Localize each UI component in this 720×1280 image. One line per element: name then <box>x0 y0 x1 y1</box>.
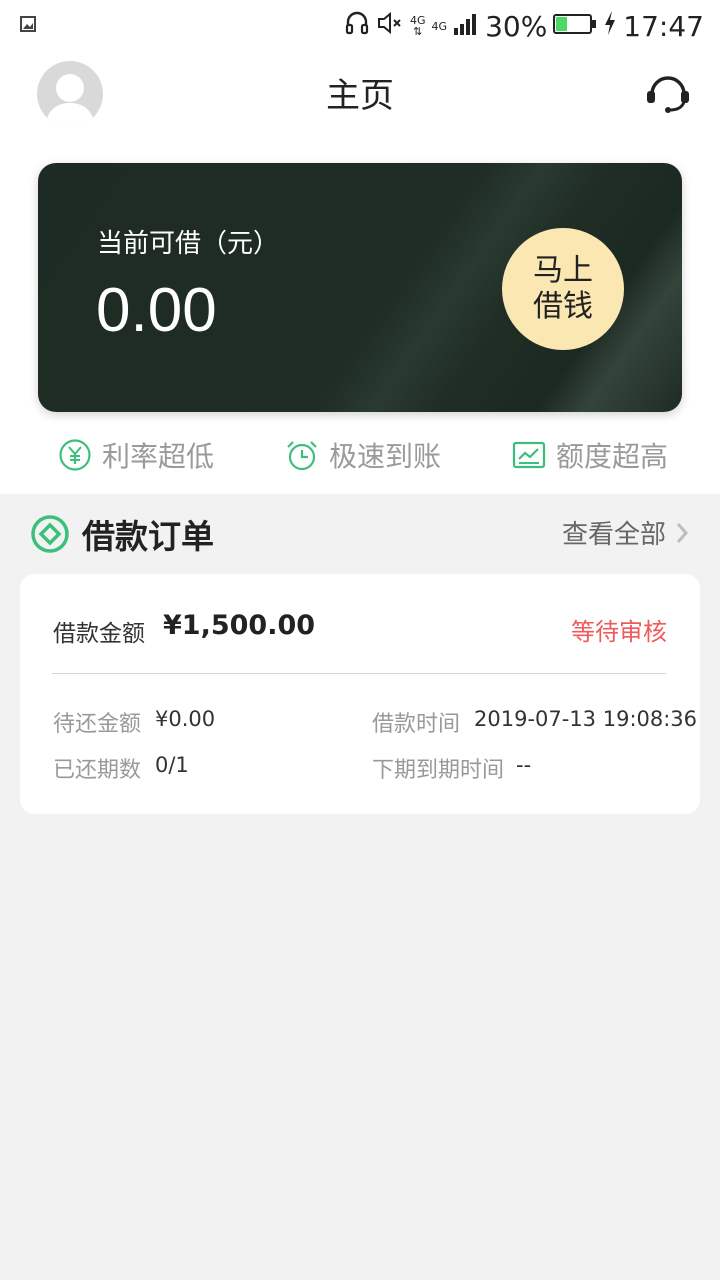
available-amount: 0.00 <box>96 276 217 345</box>
credit-card-panel: 当前可借（元） 0.00 马上 借钱 <box>38 163 682 412</box>
available-amount-label: 当前可借（元） <box>97 229 280 259</box>
clock: 17:47 <box>623 9 704 43</box>
feature-label: 利率超低 <box>102 440 215 473</box>
status-icons: 4G ⇅ 4G 30% 17:47 <box>344 6 704 46</box>
page-title: 主页 <box>326 76 394 116</box>
signal-icon <box>453 10 479 43</box>
chevron-right-icon <box>676 522 689 543</box>
yen-circle-icon <box>59 439 91 471</box>
orders-title: 借款订单 <box>82 517 214 556</box>
order-card[interactable]: 借款金额 ¥1,500.00 等待审核 待还金额 ¥0.00 借款时间 2019… <box>20 574 700 814</box>
battery-icon <box>553 10 597 43</box>
feature-low-rate: 利率超低 <box>58 435 214 475</box>
headphones-icon <box>344 10 370 43</box>
loan-time-label: 借款时间 <box>372 712 461 737</box>
orders-diamond-icon <box>30 514 70 554</box>
view-all-link[interactable]: 查看全部 <box>562 514 690 551</box>
status-bar: 4G ⇅ 4G 30% 17:47 <box>0 0 720 50</box>
customer-service-icon[interactable] <box>644 70 692 118</box>
battery-percent: 30% <box>485 9 548 43</box>
order-status-badge: 等待审核 <box>571 618 667 646</box>
loan-amount: ¥1,500.00 <box>163 610 316 641</box>
network-indicator-right: 4G <box>431 19 448 33</box>
home-header: 主页 当前可借（元） 0.00 马上 借钱 利率超低 极速到账 额度超高 <box>0 50 720 494</box>
divider <box>52 673 666 674</box>
feature-high-limit: 额度超高 <box>512 435 668 475</box>
feature-fast-arrival: 极速到账 <box>285 435 441 475</box>
remaining-amount-label: 待还金额 <box>53 712 142 737</box>
chart-icon <box>512 441 546 469</box>
next-due-label: 下期到期时间 <box>372 758 505 783</box>
next-due: -- <box>516 753 532 777</box>
remaining-amount: ¥0.00 <box>155 707 216 731</box>
repaid-periods-label: 已还期数 <box>53 758 142 783</box>
borrow-button-line1: 马上 <box>533 253 593 288</box>
feature-label: 额度超高 <box>556 440 669 473</box>
loan-amount-label: 借款金额 <box>53 621 145 647</box>
feature-label: 极速到账 <box>329 440 442 473</box>
orders-section-header: 借款订单 查看全部 <box>0 494 720 574</box>
view-all-label: 查看全部 <box>561 520 666 550</box>
network-indicator-left: 4G ⇅ <box>410 14 426 38</box>
gallery-notification-icon <box>20 16 36 36</box>
borrow-button-line2: 借钱 <box>533 289 593 324</box>
charging-icon <box>603 10 617 43</box>
repaid-periods: 0/1 <box>155 753 189 777</box>
borrow-now-button[interactable]: 马上 借钱 <box>502 228 624 350</box>
mute-icon <box>376 10 404 43</box>
feature-row: 利率超低 极速到账 额度超高 <box>0 435 720 475</box>
alarm-clock-icon <box>287 441 317 471</box>
loan-time: 2019-07-13 19:08:36 <box>474 707 698 731</box>
